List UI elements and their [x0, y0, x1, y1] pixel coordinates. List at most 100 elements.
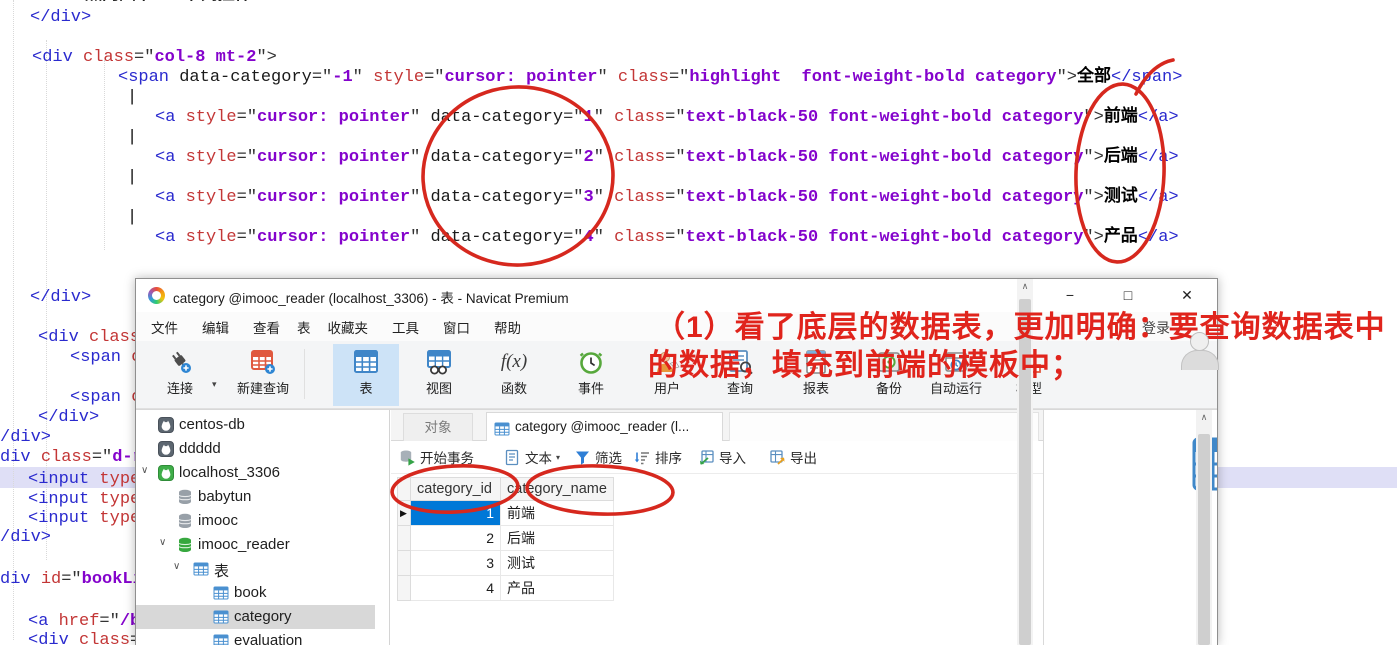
code-line: | — [127, 168, 137, 188]
menu-window[interactable]: 窗口 — [431, 317, 482, 337]
code-segment-tag: </div> — [30, 8, 92, 27]
toolbar-function-button[interactable]: f(x) 函数 — [486, 344, 542, 406]
toolbar-view-button[interactable]: 视图 — [411, 344, 467, 406]
code-line: <input type — [28, 470, 140, 490]
column-header-category_id[interactable]: category_id — [411, 477, 501, 501]
table-toolbar-import-button[interactable]: 导入 — [698, 441, 746, 473]
menu-view[interactable]: 查看 — [241, 317, 292, 337]
code-segment-pun: =" — [236, 148, 258, 167]
tree-item-category[interactable]: category — [136, 605, 375, 629]
table-toolbar-sort-button[interactable]: 排序 — [634, 441, 682, 473]
code-segment-battr: data-category — [430, 108, 564, 127]
table-toolbar-filter-button[interactable]: 筛选 — [574, 441, 622, 473]
grid-cell[interactable]: 3 — [411, 551, 501, 576]
table-icon — [494, 419, 510, 436]
menu-tools[interactable]: 工具 — [380, 317, 431, 337]
scroll-up-icon[interactable]: ∧ — [1017, 281, 1033, 292]
code-segment-pun: =" — [61, 570, 82, 589]
record-selector[interactable] — [397, 526, 411, 551]
code-segment-attr: id — [40, 570, 62, 589]
pane-divider[interactable] — [389, 410, 390, 645]
code-segment-tag: /div> — [0, 428, 52, 447]
grid-cell[interactable]: 1 — [411, 501, 501, 526]
code-segment-val: 1 — [583, 108, 594, 127]
code-segment-val: highlight font-weight-bold category — [689, 68, 1057, 87]
grid-cell[interactable]: 测试 — [501, 551, 614, 576]
toolbar-connection-button[interactable]: 连接 — [152, 344, 208, 406]
code-segment-val: col-8 mt-2 — [154, 48, 257, 67]
code-segment-tag: <div — [38, 328, 90, 347]
code-segment-txt: 热门图书 · 书列控件 — [85, 0, 262, 5]
tree-item-localhost-3306[interactable]: ∨ localhost_3306 — [136, 461, 375, 485]
text-icon — [504, 449, 521, 466]
table-icon — [352, 348, 380, 376]
tree-item-centos-db[interactable]: centos-db — [136, 413, 375, 437]
code-line: div id="bookLi — [0, 570, 143, 590]
current-record-icon: ▶ — [400, 508, 407, 518]
tree-item-label: ddddd — [179, 440, 221, 457]
code-segment-tag: <input — [28, 470, 100, 489]
connection-tree: centos-db ddddd ∨ localhost_3306 babytun imoo… — [136, 410, 389, 645]
code-line: <span c — [70, 388, 141, 408]
code-segment-pun: "> — [256, 48, 277, 67]
tree-item-book[interactable]: book — [136, 581, 375, 605]
tab-objects[interactable]: 对象 — [403, 413, 473, 441]
code-segment-attr: class — [614, 188, 666, 207]
menu-table[interactable]: 表 — [292, 317, 316, 337]
table-toolbar-begin-transaction-button[interactable]: 开始事务 — [399, 441, 474, 473]
scroll-up-icon[interactable]: ∧ — [1196, 412, 1212, 423]
code-segment-pun: =" — [563, 108, 584, 127]
expander-icon[interactable]: ∨ — [173, 561, 180, 572]
code-segment-tag: </a> — [1137, 148, 1179, 167]
code-segment-attr: style — [185, 108, 237, 127]
code-segment-pun: "> — [1083, 228, 1104, 247]
tree-item-label: 表 — [214, 563, 230, 580]
tab-category-table[interactable]: category @imooc_reader (l... — [486, 412, 723, 442]
toolbar-new-query-button[interactable]: 新建查询 — [228, 344, 298, 406]
code-segment-battr: data-category — [430, 188, 564, 207]
tree-item-ddddd[interactable]: ddddd — [136, 437, 375, 461]
grid-cell[interactable]: 后端 — [501, 526, 614, 551]
connection-icon — [166, 348, 194, 376]
tree-item-imooc[interactable]: imooc — [136, 509, 375, 533]
code-segment-val: cursor: pointer — [257, 188, 411, 207]
text-dropdown-caret[interactable]: ▾ — [556, 453, 560, 462]
toolbar-table-button[interactable]: 表 — [333, 344, 399, 406]
record-selector[interactable]: ▶ — [397, 501, 411, 526]
grid-corner — [397, 477, 411, 501]
code-segment-attr: class — [40, 448, 92, 467]
annotation-text-line2: 的数据，填充到前端的模板中； — [648, 349, 1082, 382]
menu-help[interactable]: 帮助 — [482, 317, 533, 337]
code-segment-battr: data-category — [430, 148, 564, 167]
code-line: </div> — [38, 408, 99, 428]
table-toolbar: 开始事务 文本 ▾ 筛选 排序 导入 导出 — [391, 441, 1043, 474]
info-panel-scrollbar[interactable]: ∧ — [1196, 410, 1212, 645]
toolbar-event-button[interactable]: 事件 — [563, 344, 619, 406]
expander-icon[interactable]: ∨ — [141, 465, 148, 476]
table-toolbar-text-button[interactable]: 文本 ▾ — [504, 441, 560, 473]
record-selector[interactable] — [397, 551, 411, 576]
code-segment-val: text-black-50 font-weight-bold category — [685, 228, 1084, 247]
grid-cell[interactable]: 2 — [411, 526, 501, 551]
table-toolbar-label: 筛选 — [595, 451, 622, 466]
expander-icon[interactable]: ∨ — [159, 537, 166, 548]
code-segment-tag: <a — [155, 148, 186, 167]
menu-edit[interactable]: 编辑 — [190, 317, 241, 337]
tree-item-tables-folder[interactable]: ∨ 表 — [136, 557, 375, 581]
menu-favorites[interactable]: 收藏夹 — [316, 317, 381, 337]
tree-item-babytun[interactable]: babytun — [136, 485, 375, 509]
info-scrollbar-thumb[interactable] — [1198, 434, 1210, 645]
tree-item-imooc-reader[interactable]: ∨ imooc_reader — [136, 533, 375, 557]
tree-item-evaluation[interactable]: evaluation — [136, 629, 375, 645]
connection-dropdown-caret[interactable]: ▾ — [212, 379, 217, 390]
table-toolbar-export-button[interactable]: 导出 — [769, 441, 817, 473]
code-segment-pun: "> — [1083, 108, 1104, 127]
grid-cell[interactable]: 产品 — [501, 576, 614, 601]
menu-file[interactable]: 文件 — [139, 317, 190, 337]
column-header-category_name[interactable]: category_name — [501, 477, 614, 501]
grid-cell[interactable]: 4 — [411, 576, 501, 601]
view-icon — [425, 348, 453, 376]
code-segment-pun: "> — [1083, 148, 1104, 167]
grid-cell[interactable]: 前端 — [501, 501, 614, 526]
record-selector[interactable] — [397, 576, 411, 601]
